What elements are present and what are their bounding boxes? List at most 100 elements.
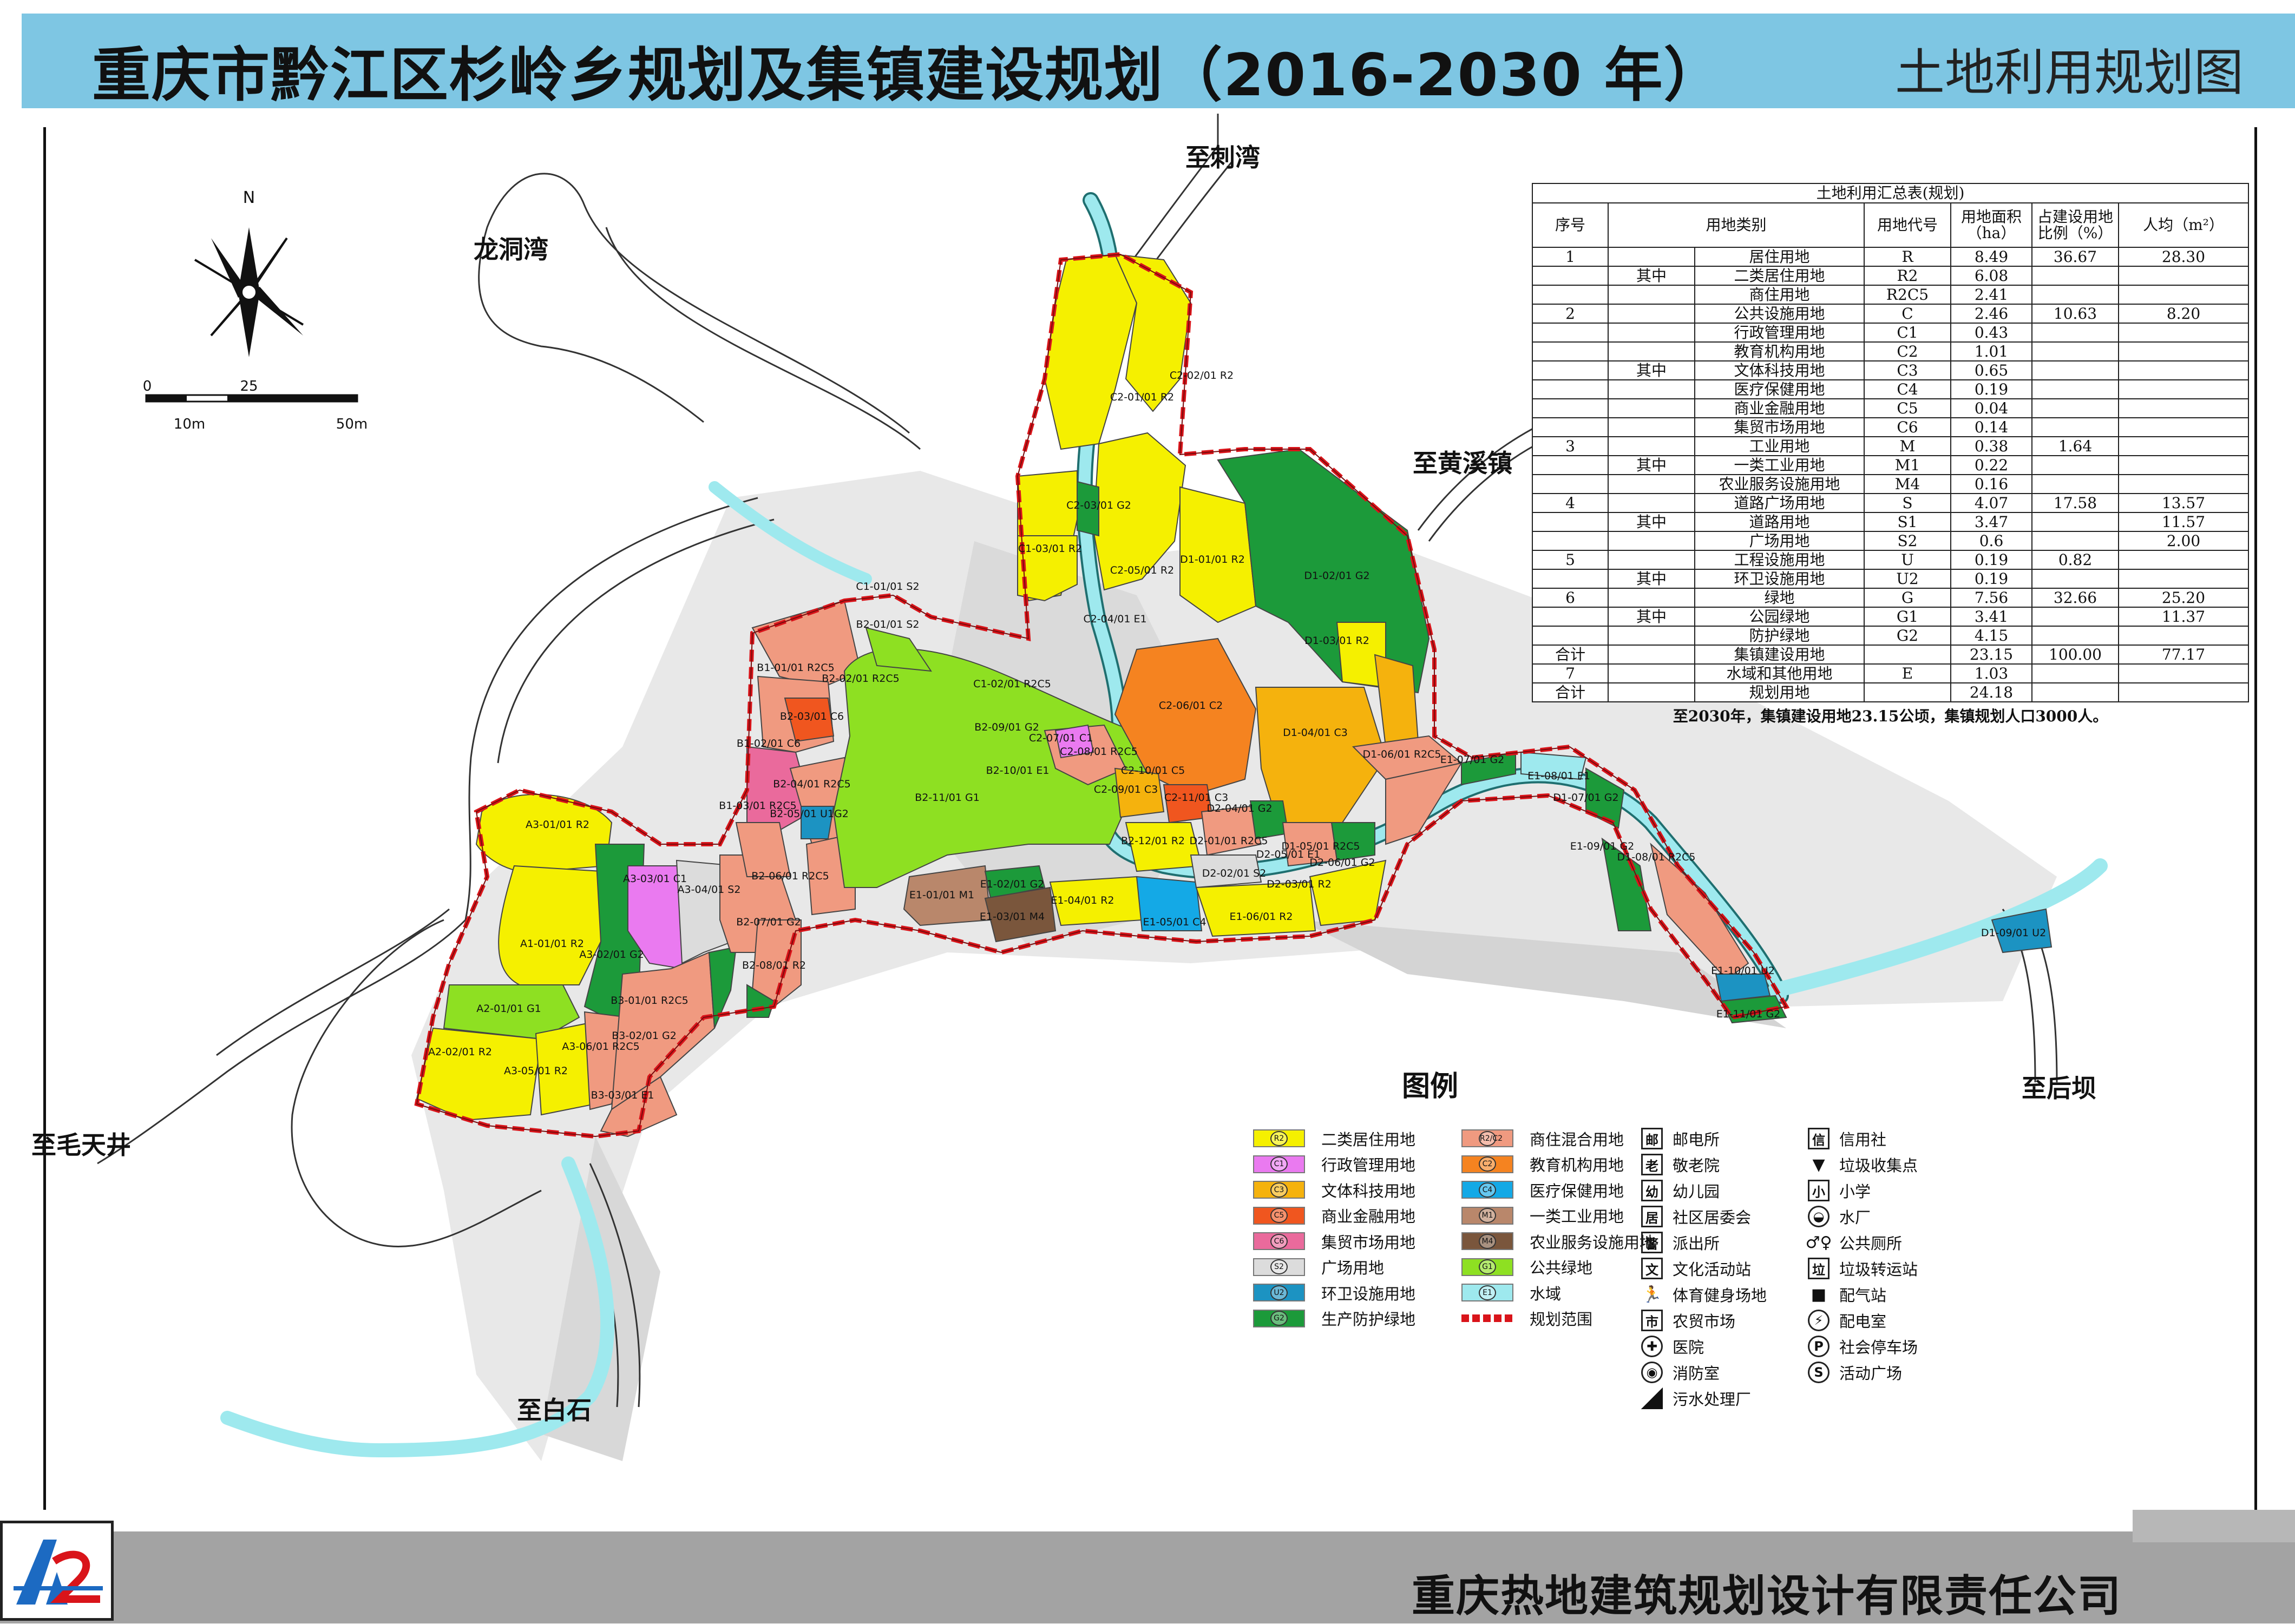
table-cell-ratio: 32.66 (2031, 588, 2119, 608)
table-cell-area: 4.07 (1950, 493, 2032, 513)
zone-label: A3-04/01 S2 (678, 884, 741, 896)
table-cell-area: 1.03 (1950, 663, 2032, 683)
table-cell-code: U (1864, 550, 1951, 570)
legend-label: 规划范围 (1530, 1310, 1593, 1329)
legend-symbol-icon: 垃 (1808, 1258, 1830, 1279)
legend-code-badge: G1 (1479, 1259, 1496, 1275)
table-cell-per (2118, 436, 2249, 456)
legend-label: 文体科技用地 (1321, 1181, 1416, 1200)
table-cell-per (2118, 323, 2249, 343)
zone-label: C2-09/01 C3 (1094, 784, 1158, 795)
zone-label: C2-11/01 C3 (1164, 792, 1228, 804)
table-cell-no (1532, 417, 1609, 437)
legend-symbol-icon: ◉ (1641, 1362, 1663, 1383)
table-cell-code (1864, 682, 1951, 702)
table-cell-area: 2.46 (1950, 304, 2032, 324)
table-cell-code: M4 (1864, 474, 1951, 494)
table-cell-area: 2.41 (1950, 285, 2032, 305)
zone-label: B2-12/01 R2 (1121, 835, 1185, 847)
zone-label: C2-08/01 R2C5 (1060, 746, 1138, 758)
footer-bar: 重庆热地建筑规划设计有限责任公司 (0, 1510, 2295, 1623)
legend-code-badge: G2 (1270, 1311, 1288, 1326)
table-cell-ratio (2031, 663, 2119, 683)
table-cell-group (1608, 645, 1695, 665)
table-cell-name: 医疗保健用地 (1694, 379, 1865, 399)
table-cell-area: 0.14 (1950, 417, 2032, 437)
legend-label: 行政管理用地 (1321, 1156, 1416, 1175)
table-cell-no (1532, 323, 1609, 343)
zone-label: E1-02/01 G2 (980, 878, 1045, 890)
legend-symbol-item: S 活动广场 (1808, 1359, 1918, 1385)
table-cell-group (1608, 474, 1695, 494)
table-cell-per: 2.00 (2118, 531, 2249, 551)
legend-symbol-icon: 小 (1808, 1180, 1830, 1201)
land-use-table: 土地利用汇总表(规划) 序号 用地类别 用地代号 用地面积（ha） 占建设用地比… (1532, 183, 2249, 726)
table-cell-ratio (2031, 512, 2119, 532)
legend-item: R2 二类居住用地 (1253, 1126, 1415, 1152)
col-header: 用地代号 (1864, 202, 1951, 248)
zone-label: D1-06/01 R2C5 (1362, 748, 1441, 760)
zone-label: B2-11/01 G1 (915, 792, 980, 804)
legend-symbol-item: 市农贸市场 (1641, 1307, 1767, 1333)
table-cell-group (1608, 323, 1695, 343)
zone-label: B2-04/01 R2C5 (773, 778, 850, 790)
table-cell-area: 1.01 (1950, 341, 2032, 361)
table-cell-name: 规划用地 (1694, 682, 1865, 702)
table-cell-per (2118, 550, 2249, 570)
legend-code-badge: M1 (1479, 1208, 1496, 1224)
table-row: 其中 文体科技用地 C3 0.65 (1532, 360, 2249, 380)
table-cell-ratio (2031, 455, 2119, 475)
table-cell-area: 0.43 (1950, 323, 2032, 343)
table-cell-name: 商业金融用地 (1694, 398, 1865, 418)
legend-label: 商住混合用地 (1530, 1130, 1624, 1149)
zone-label: B2-02/01 R2C5 (822, 673, 899, 685)
table-row: 其中 一类工业用地 M1 0.22 (1532, 455, 2249, 475)
legend-swatch: E1 (1461, 1284, 1513, 1302)
table-row: 集贸市场用地 C6 0.14 (1532, 417, 2249, 437)
legend-symbol-col-1: 邮邮电所老敬老院幼幼儿园居社区居委会警派出所文文化活动站 🏃 体育健身场地市农贸市场… (1641, 1126, 1767, 1411)
zone-label: C2-04/01 E1 (1083, 613, 1146, 625)
table-cell-name: 行政管理用地 (1694, 323, 1865, 343)
table-cell-code: R2C5 (1864, 285, 1951, 305)
table-cell-code: U2 (1864, 569, 1951, 589)
zone-label: D2-02/01 S2 (1202, 867, 1267, 879)
legend-symbol-icon: 居 (1641, 1206, 1663, 1227)
table-cell-ratio (2031, 417, 2119, 437)
table-cell-no (1532, 285, 1609, 305)
legend-item: U2 环卫设施用地 (1253, 1280, 1415, 1306)
zone-label: B2-03/01 C6 (780, 711, 844, 722)
legend-symbol-item: 居社区居委会 (1641, 1204, 1767, 1229)
table-cell-group (1608, 304, 1695, 324)
place-label: 龙洞湾 (474, 235, 548, 264)
zone-label: B2-08/01 R2 (742, 959, 806, 971)
table-row: 1 居住用地 R 8.49 36.67 28.30 (1532, 247, 2249, 267)
zone-label: C2-05/01 R2 (1110, 564, 1174, 576)
legend-symbol-item: ▼ 垃圾收集点 (1808, 1152, 1918, 1178)
zone-label: B2-01/01 S2 (856, 619, 920, 630)
table-cell-no (1532, 607, 1609, 627)
table-cell-group (1608, 682, 1695, 702)
table-cell-name: 道路广场用地 (1694, 493, 1865, 513)
legend-symbol-item: 幼幼儿园 (1641, 1178, 1767, 1204)
zone-label: B1-02/01 C6 (737, 738, 801, 749)
table-cell-per (2118, 398, 2249, 418)
table-row: 行政管理用地 C1 0.43 (1532, 323, 2249, 343)
legend-symbol-label: 信用社 (1839, 1130, 1887, 1149)
table-cell-no (1532, 531, 1609, 551)
legend-item: C5 商业金融用地 (1253, 1203, 1415, 1229)
table-cell-group (1608, 550, 1695, 570)
table-cell-code: C1 (1864, 323, 1951, 343)
table-row: 合计 集镇建设用地 23.15 100.00 77.17 (1532, 645, 2249, 665)
table-cell-per: 13.57 (2118, 493, 2249, 513)
legend-symbol-icon: ♂♀ (1805, 1233, 1832, 1252)
legend-symbol-icon: ✚ (1641, 1336, 1663, 1357)
legend-code-badge: S2 (1270, 1259, 1288, 1275)
legend-symbol-label: 污水处理厂 (1673, 1390, 1752, 1409)
legend-item: C6 集贸市场用地 (1253, 1228, 1415, 1254)
logo-mark-icon (14, 1540, 103, 1605)
table-cell-code: M (1864, 436, 1951, 456)
zone-label: B3-01/01 R2C5 (611, 995, 688, 1007)
legend-symbol-label: 邮电所 (1673, 1130, 1720, 1149)
legend-symbol-label: 医院 (1673, 1338, 1704, 1357)
zone-label: E1-08/01 E1 (1527, 770, 1590, 782)
